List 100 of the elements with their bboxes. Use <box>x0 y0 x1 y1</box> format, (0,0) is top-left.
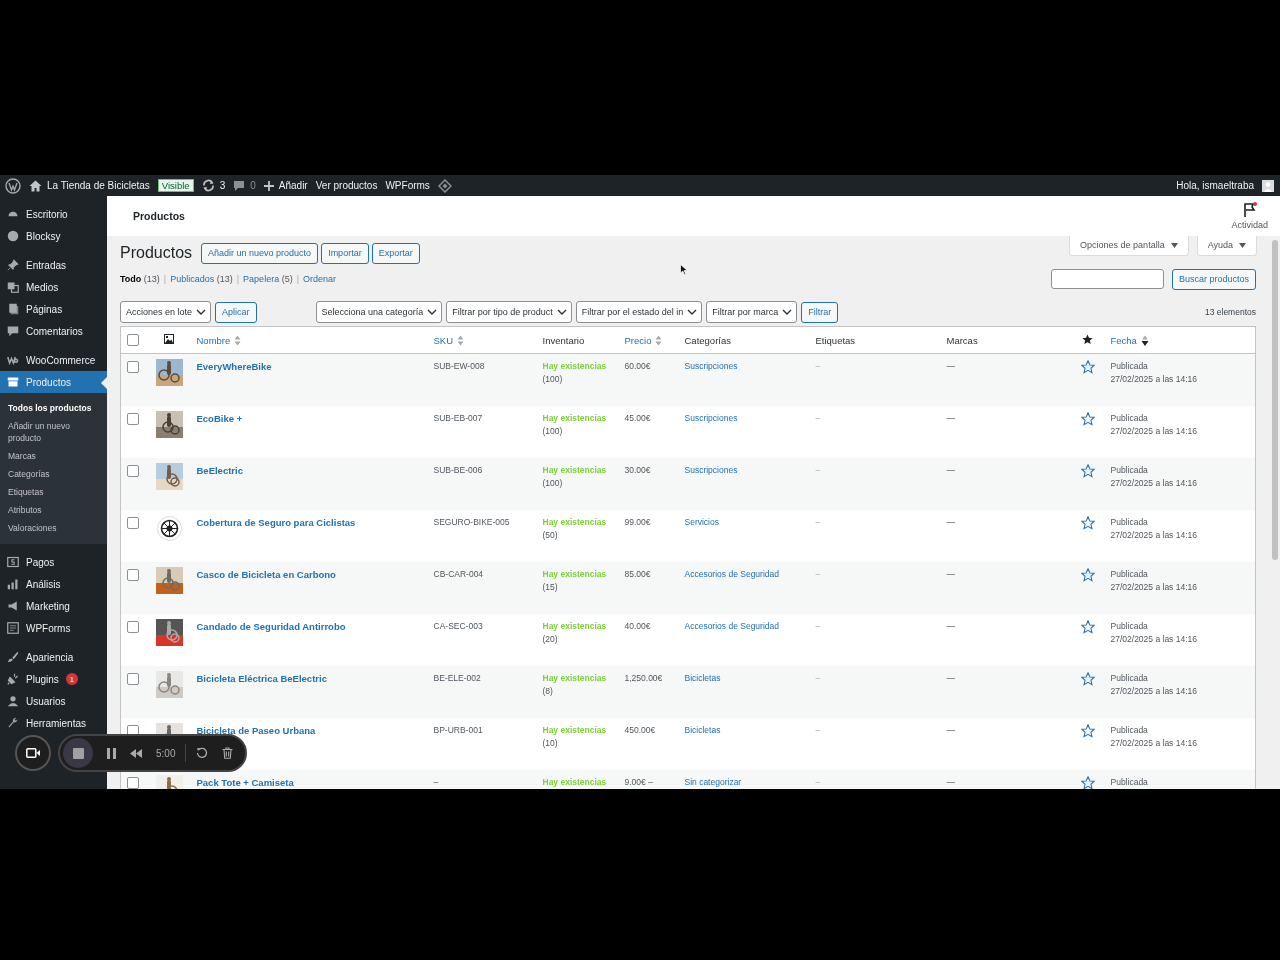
category-link[interactable]: Suscripciones <box>684 413 738 423</box>
toolbar-link[interactable]: Ver productos <box>315 180 378 191</box>
submenu-item[interactable]: Valoraciones <box>0 519 107 537</box>
form-icon <box>7 622 19 634</box>
row-checkbox[interactable] <box>127 777 139 789</box>
recording-timer: 5:00 <box>156 747 176 759</box>
action-button[interactable]: Importar <box>321 242 369 264</box>
row-checkbox[interactable] <box>127 621 139 633</box>
category-link[interactable]: Accesorios de Seguridad <box>684 621 779 631</box>
row-checkbox[interactable] <box>127 569 139 581</box>
submenu-item[interactable]: Todos los productos <box>0 399 107 417</box>
sidebar-item[interactable]: WPForms <box>0 617 107 639</box>
sidebar-item[interactable]: Medios <box>0 276 107 298</box>
category-link[interactable]: Accesorios de Seguridad <box>684 569 779 579</box>
action-button[interactable]: Exportar <box>371 242 420 264</box>
category-link[interactable]: Bicicletas <box>684 673 721 683</box>
new-link[interactable]: Añadir <box>263 180 308 191</box>
star-icon[interactable] <box>1080 672 1095 686</box>
sidebar-item[interactable]: Comentarios <box>0 320 107 342</box>
category-link[interactable]: Suscripciones <box>684 361 738 371</box>
sidebar-item[interactable]: Entradas <box>0 254 107 276</box>
row-checkbox[interactable] <box>127 413 139 425</box>
apply-button[interactable]: Aplicar <box>215 301 257 323</box>
stop-button[interactable] <box>63 738 93 768</box>
diamond-icon[interactable] <box>437 178 452 193</box>
sidebar-item[interactable]: Análisis <box>0 573 107 595</box>
submenu-item[interactable]: Etiquetas <box>0 483 107 501</box>
tags-text: – <box>815 569 821 579</box>
product-name-link[interactable]: Cobertura de Seguro para Ciclistas <box>196 517 356 528</box>
submenu-item[interactable]: Categorías <box>0 465 107 483</box>
star-icon[interactable] <box>1080 568 1095 582</box>
sidebar-item[interactable]: Productos <box>0 371 107 393</box>
search-field[interactable] <box>1050 268 1164 289</box>
sidebar-item[interactable]: Marketing <box>0 595 107 617</box>
scrollbar[interactable] <box>1272 240 1278 560</box>
category-link[interactable]: Suscripciones <box>684 465 738 475</box>
star-icon[interactable] <box>1080 464 1095 478</box>
search-button[interactable]: Buscar productos <box>1171 268 1256 290</box>
row-checkbox[interactable] <box>127 673 139 685</box>
submenu-item[interactable]: Atributos <box>0 501 107 519</box>
row-checkbox[interactable] <box>127 465 139 477</box>
view-link[interactable]: Publicados (13) <box>170 274 233 284</box>
product-name-link[interactable]: Casco de Bicicleta en Carbono <box>196 569 336 580</box>
action-button[interactable]: Añadir un nuevo producto <box>201 242 319 264</box>
sidebar-item[interactable]: Herramientas <box>0 712 107 734</box>
star-icon[interactable] <box>1080 724 1095 738</box>
pause-icon[interactable] <box>107 747 116 759</box>
sidebar-item[interactable]: Usuarios <box>0 690 107 712</box>
filter-dropdown[interactable]: Filtrar por marca <box>706 301 798 323</box>
star-icon[interactable] <box>1080 360 1095 374</box>
select-all-checkbox[interactable] <box>127 333 139 346</box>
dollar-icon <box>7 556 19 568</box>
submenu-item[interactable]: Añadir un nuevo producto <box>0 417 107 447</box>
product-name-link[interactable]: EcoBike + <box>196 413 243 424</box>
submenu-item[interactable]: Marcas <box>0 447 107 465</box>
row-checkbox[interactable] <box>127 517 139 529</box>
screen-options-tab[interactable]: Opciones de pantalla <box>1069 236 1189 256</box>
bulk-actions-dropdown[interactable]: Acciones en lote <box>120 301 212 323</box>
sidebar-item[interactable]: Apariencia <box>0 646 107 668</box>
brand-text: — <box>946 465 955 475</box>
sortable-column-header[interactable]: Precio <box>624 334 663 346</box>
filter-dropdown[interactable]: Filtrar por el estado del in <box>575 301 703 323</box>
view-link[interactable]: Papelera (5) <box>243 274 293 284</box>
restart-icon[interactable] <box>196 747 209 759</box>
star-icon[interactable] <box>1080 776 1095 789</box>
wordpress-logo-icon[interactable] <box>5 177 21 194</box>
category-link[interactable]: Servicios <box>684 517 719 527</box>
view-link[interactable]: Todo (13) <box>120 274 160 284</box>
account-link[interactable]: Hola, ismaeltraba <box>1176 180 1254 191</box>
sidebar-item[interactable]: Pagos <box>0 551 107 573</box>
rewind-icon[interactable] <box>130 748 142 758</box>
filter-button[interactable]: Filtrar <box>801 301 839 323</box>
product-name-link[interactable]: BeElectric <box>196 465 243 476</box>
toolbar-link[interactable]: WPForms <box>385 180 430 191</box>
comments-link[interactable]: 0 <box>233 179 256 192</box>
product-name-link[interactable]: EveryWhereBike <box>196 361 272 372</box>
screen-options-tab[interactable]: Ayuda <box>1196 236 1257 256</box>
filter-dropdown[interactable]: Selecciona una categoría <box>315 301 443 323</box>
product-name-link[interactable]: Candado de Seguridad Antirrobo <box>196 621 346 632</box>
star-icon[interactable] <box>1080 412 1095 426</box>
sidebar-item[interactable]: WooCommerce <box>0 349 107 371</box>
sidebar-item[interactable]: Escritorio <box>0 203 107 225</box>
product-name-link[interactable]: Bicicleta de Paseo Urbana <box>196 725 316 736</box>
sortable-column-header[interactable]: SKU <box>433 334 465 346</box>
avatar-icon[interactable] <box>1262 179 1274 192</box>
row-checkbox[interactable] <box>127 361 139 373</box>
view-link[interactable]: Ordenar <box>303 274 337 284</box>
updates-link[interactable]: 3 <box>201 179 226 192</box>
trash-icon[interactable] <box>222 747 234 759</box>
sortable-column-header[interactable]: Nombre <box>196 334 242 346</box>
product-name-link[interactable]: Bicicleta Eléctrica BeElectric <box>196 673 327 684</box>
sortable-column-header[interactable]: Fecha <box>1110 334 1149 346</box>
sidebar-item[interactable]: Blocksy <box>0 225 107 247</box>
site-link[interactable]: La Tienda de Bicicletas <box>29 179 150 192</box>
star-icon[interactable] <box>1080 620 1095 634</box>
star-icon[interactable] <box>1080 516 1095 530</box>
activity-button[interactable]: Actividad <box>1231 202 1268 230</box>
filter-dropdown[interactable]: Filtrar por tipo de product <box>446 301 572 323</box>
category-link[interactable]: Bicicletas <box>684 725 721 735</box>
sidebar-item[interactable]: Páginas <box>0 298 107 320</box>
